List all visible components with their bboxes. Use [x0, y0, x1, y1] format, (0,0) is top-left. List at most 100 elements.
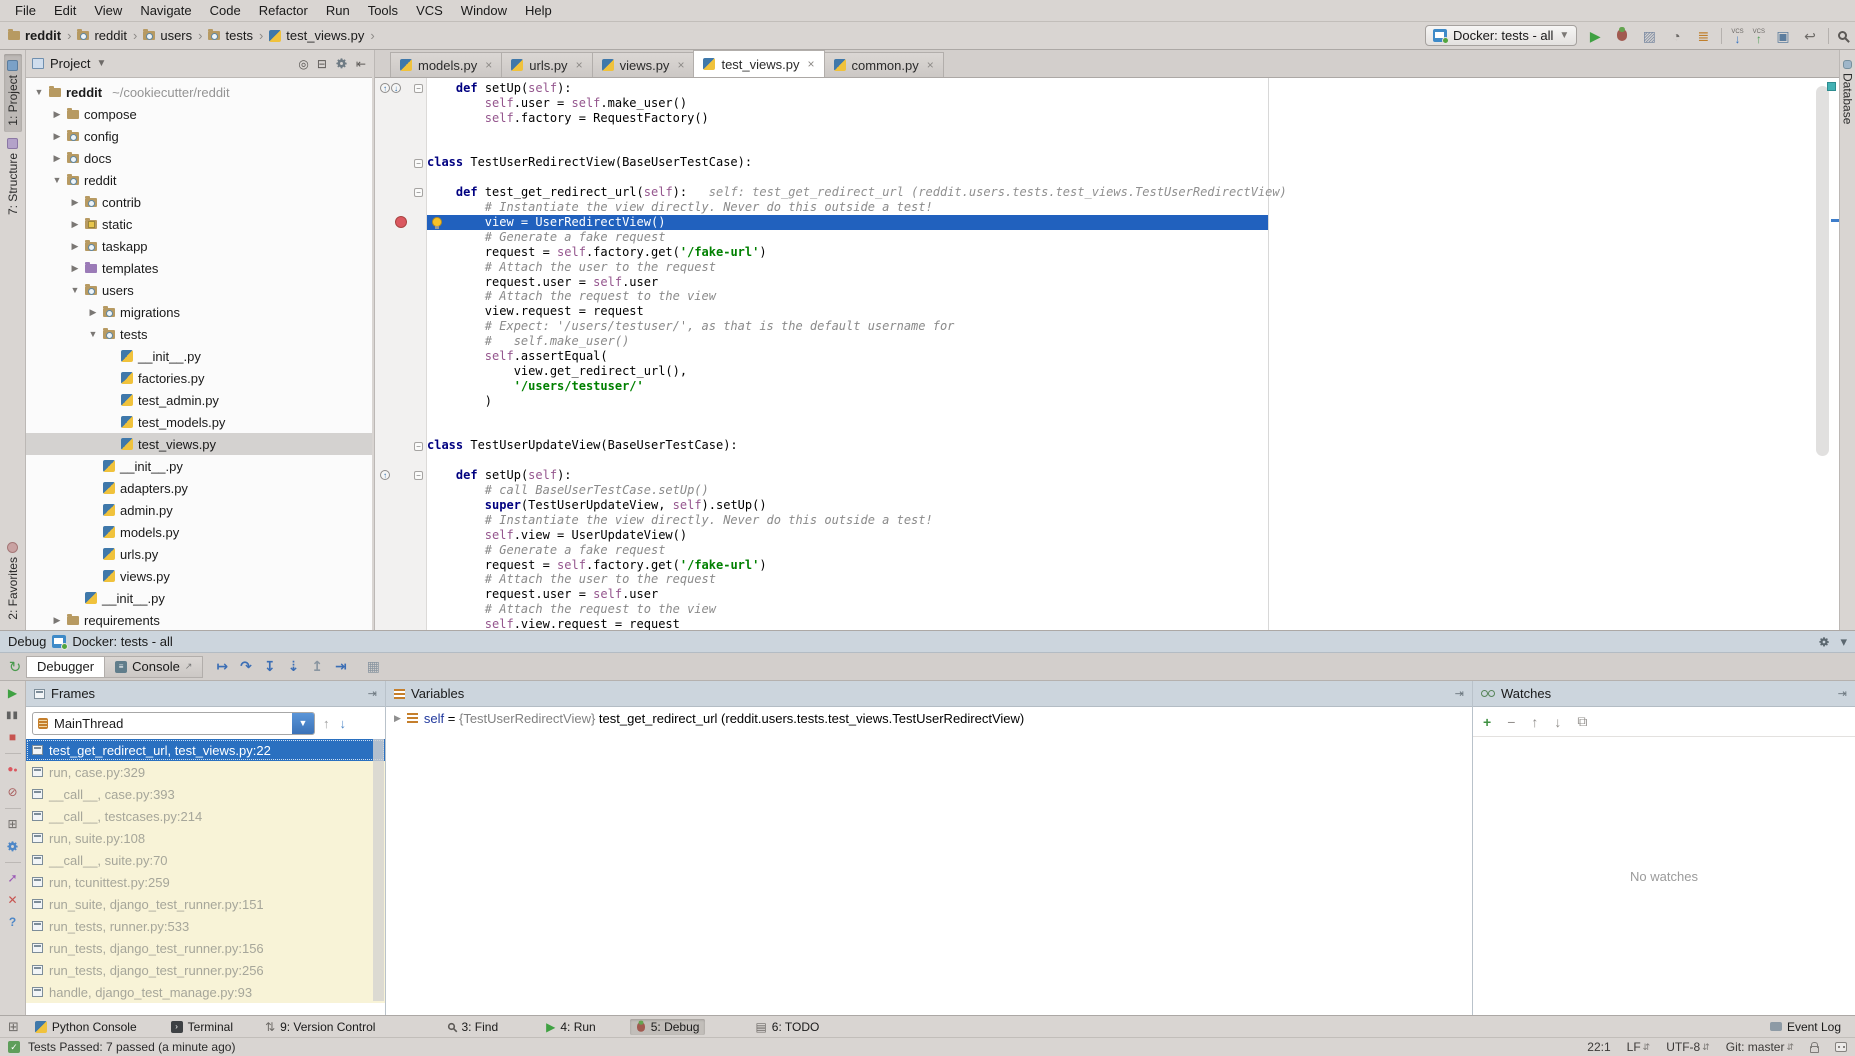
rerun-button[interactable]: ↻: [4, 658, 26, 676]
chevron-collapsed-icon[interactable]: ▶: [52, 131, 62, 142]
chevron-expanded-icon[interactable]: ▼: [34, 87, 44, 97]
tree-item-reddit[interactable]: ▼reddit: [26, 169, 372, 191]
menu-item-tools[interactable]: Tools: [359, 1, 407, 20]
breadcrumb-item-test_views.py[interactable]: test_views.py: [269, 28, 364, 43]
overriding-method-icon[interactable]: ↑: [380, 470, 390, 480]
frame-row[interactable]: __call__, testcases.py:214: [26, 805, 385, 827]
frame-row[interactable]: run_tests, runner.py:533: [26, 915, 385, 937]
tree-item-static[interactable]: ▶static: [26, 213, 372, 235]
restore-layout-button[interactable]: ⊞: [7, 818, 17, 831]
step-over-button[interactable]: ↷: [240, 658, 252, 675]
close-debug-button[interactable]: ✕: [7, 894, 17, 907]
run-button[interactable]: ▶: [1586, 27, 1604, 45]
breadcrumb-item-reddit[interactable]: reddit: [8, 28, 61, 43]
chevron-collapsed-icon[interactable]: ▶: [70, 263, 80, 274]
show-execution-point-button[interactable]: ↦: [216, 658, 228, 675]
inspections-hector-icon[interactable]: [1835, 1042, 1847, 1052]
editor-tab-urls-py[interactable]: urls.py×: [501, 52, 592, 77]
stop-button[interactable]: ■: [9, 731, 16, 744]
run-with-coverage-button[interactable]: ≣: [1694, 27, 1712, 45]
toolwindow-button-4-run[interactable]: ▶4: Run: [540, 1019, 602, 1035]
copy-watch-button[interactable]: ⧉: [1577, 713, 1587, 730]
tree-item-migrations[interactable]: ▶migrations: [26, 301, 372, 323]
overridden-method-icon[interactable]: ↓: [391, 83, 401, 93]
tree-item-factories-py[interactable]: factories.py: [26, 367, 372, 389]
menu-item-window[interactable]: Window: [452, 1, 516, 20]
chevron-expanded-icon[interactable]: ▼: [52, 175, 62, 185]
coverage-button[interactable]: ▨: [1640, 27, 1658, 45]
tree-item-contrib[interactable]: ▶contrib: [26, 191, 372, 213]
variable-row[interactable]: ▶ self = {TestUserRedirectView} test_get…: [386, 707, 1472, 729]
toolwindow-button-terminal[interactable]: ›Terminal: [165, 1019, 239, 1035]
collapse-all-button[interactable]: ⊟: [317, 57, 327, 71]
lock-icon[interactable]: [1810, 1046, 1819, 1053]
tree-item-requirements[interactable]: ▶requirements: [26, 609, 372, 630]
editor-gutter[interactable]: ↑↓−−−−↑−: [375, 78, 427, 630]
toolwindow-button-3-find[interactable]: 3: Find: [441, 1019, 504, 1035]
view-breakpoints-button[interactable]: ●●: [7, 763, 17, 777]
tree-item-test_models-py[interactable]: test_models.py: [26, 411, 372, 433]
code-area[interactable]: def setUp(self): self.user = self.make_u…: [427, 81, 1809, 630]
menu-item-file[interactable]: File: [6, 1, 45, 20]
close-tab-icon[interactable]: ×: [677, 58, 684, 72]
frame-row[interactable]: handle, django_test_manage.py:93: [26, 981, 385, 1003]
toolwindow-button-event-log[interactable]: Event Log: [1764, 1019, 1847, 1035]
expand-icon[interactable]: ▶: [394, 713, 401, 724]
debug-settings-button[interactable]: [1818, 636, 1830, 648]
tree-item-test_admin-py[interactable]: test_admin.py: [26, 389, 372, 411]
fold-marker-icon[interactable]: −: [414, 188, 423, 197]
chevron-collapsed-icon[interactable]: ▶: [70, 241, 80, 252]
encoding-select[interactable]: UTF-8⇵: [1666, 1040, 1710, 1054]
update-project-button[interactable]: VCS↓: [1731, 29, 1743, 43]
frame-row[interactable]: run_tests, django_test_runner.py:156: [26, 937, 385, 959]
rollback-button[interactable]: ↩: [1801, 27, 1819, 45]
evaluate-expression-button[interactable]: ▦: [367, 658, 380, 675]
float-panel-icon[interactable]: ⇥: [1838, 687, 1847, 700]
frame-row[interactable]: __call__, suite.py:70: [26, 849, 385, 871]
menu-item-navigate[interactable]: Navigate: [131, 1, 200, 20]
next-frame-button[interactable]: ↓: [340, 716, 347, 731]
pause-button[interactable]: ▮▮: [6, 709, 19, 722]
toolwindow-button-6-todo[interactable]: ▤6: TODO: [749, 1019, 825, 1035]
caret-position[interactable]: 22:1: [1587, 1040, 1610, 1054]
toolwindow-button-python-console[interactable]: Python Console: [29, 1019, 143, 1035]
chevron-collapsed-icon[interactable]: ▶: [52, 109, 62, 120]
breakpoint-icon[interactable]: [395, 216, 407, 228]
mute-breakpoints-button[interactable]: ⊘: [7, 786, 17, 799]
close-tab-icon[interactable]: ×: [485, 58, 492, 72]
chevron-expanded-icon[interactable]: ▼: [88, 329, 98, 339]
frame-row[interactable]: run, suite.py:108: [26, 827, 385, 849]
tree-item-reddit[interactable]: ▼reddit~/cookiecutter/reddit: [26, 81, 372, 103]
resume-button[interactable]: ▶: [8, 687, 17, 700]
menu-item-view[interactable]: View: [85, 1, 131, 20]
editor-scrollbar[interactable]: [1816, 86, 1829, 456]
step-into-button[interactable]: ↧: [264, 658, 276, 675]
commit-button[interactable]: VCS↑: [1753, 29, 1765, 43]
menu-item-code[interactable]: Code: [201, 1, 250, 20]
fold-marker-icon[interactable]: −: [414, 442, 423, 451]
line-ending-select[interactable]: LF⇵: [1627, 1040, 1651, 1054]
status-message[interactable]: Tests Passed: 7 passed (a minute ago): [28, 1040, 235, 1054]
run-to-cursor-button[interactable]: ⇥: [335, 658, 347, 675]
tree-item-test_views-py[interactable]: test_views.py: [26, 433, 372, 455]
sidebar-item-favorites[interactable]: 2: Favorites: [4, 536, 22, 626]
tab-console[interactable]: ≡Console↗: [104, 656, 203, 678]
breadcrumb-item-tests[interactable]: tests: [208, 28, 252, 43]
overriding-method-icon[interactable]: ↑: [380, 83, 390, 93]
locate-file-button[interactable]: ◎: [298, 57, 308, 71]
fold-marker-icon[interactable]: −: [414, 84, 423, 93]
remove-watch-button[interactable]: −: [1507, 714, 1515, 730]
tree-item-views-py[interactable]: views.py: [26, 565, 372, 587]
close-tab-icon[interactable]: ×: [927, 58, 934, 72]
chevron-collapsed-icon[interactable]: ▶: [70, 219, 80, 230]
frame-row[interactable]: test_get_redirect_url, test_views.py:22: [26, 739, 385, 761]
force-step-into-button[interactable]: ⇣: [288, 658, 300, 675]
close-tab-icon[interactable]: ×: [808, 57, 815, 71]
tree-item-adapters-py[interactable]: adapters.py: [26, 477, 372, 499]
frame-row[interactable]: run_suite, django_test_runner.py:151: [26, 893, 385, 915]
tree-item-templates[interactable]: ▶templates: [26, 257, 372, 279]
tree-item-docs[interactable]: ▶docs: [26, 147, 372, 169]
tree-item-taskapp[interactable]: ▶taskapp: [26, 235, 372, 257]
hide-debug-panel-button[interactable]: ▾: [1840, 634, 1847, 650]
menu-item-refactor[interactable]: Refactor: [250, 1, 317, 20]
